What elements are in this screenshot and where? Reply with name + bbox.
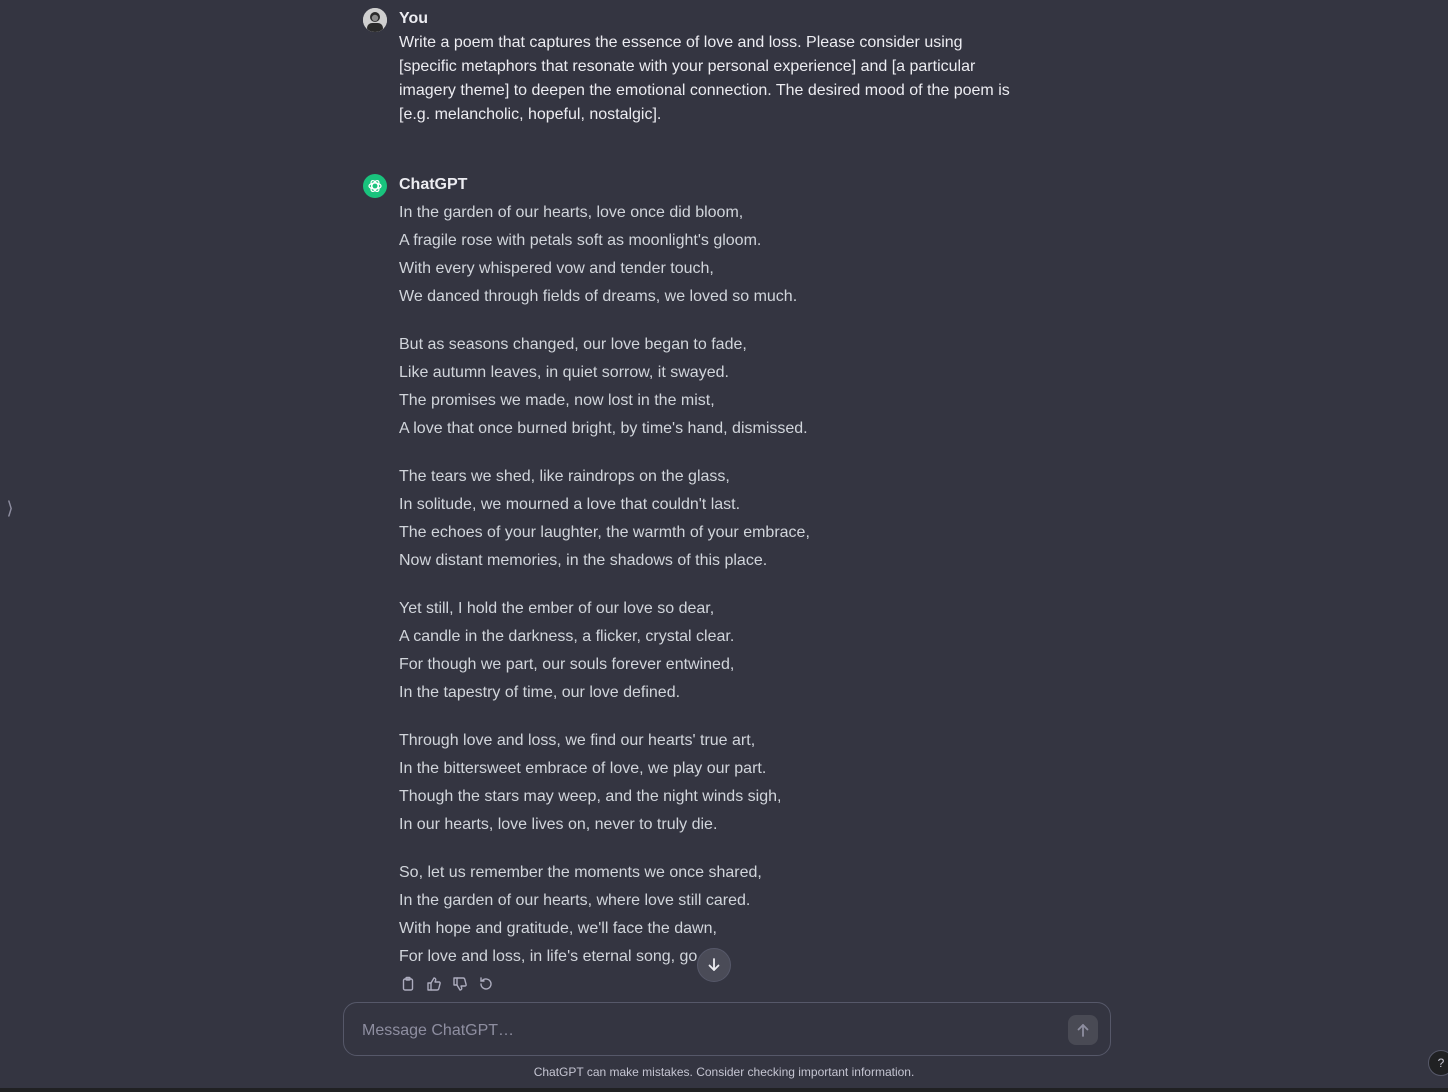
poem-line: Yet still, I hold the ember of our love … bbox=[399, 600, 715, 617]
bottom-bar bbox=[0, 1088, 1448, 1092]
poem-line: In the bittersweet embrace of love, we p… bbox=[399, 760, 767, 777]
arrow-up-icon bbox=[1077, 1024, 1089, 1037]
poem-line: With hope and gratitude, we'll face the … bbox=[399, 920, 717, 937]
poem-line: So, let us remember the moments we once … bbox=[399, 864, 762, 881]
disclaimer-text: ChatGPT can make mistakes. Consider chec… bbox=[533, 1065, 915, 1079]
poem-line: Like autumn leaves, in quiet sorrow, it … bbox=[399, 364, 729, 381]
scroll-to-bottom-button[interactable] bbox=[697, 948, 731, 982]
assistant-author-name: ChatGPT bbox=[399, 176, 468, 193]
assistant-message-poem: In the garden of our hearts, love once d… bbox=[399, 199, 1023, 991]
poem-line: Now distant memories, in the shadows of … bbox=[399, 552, 768, 569]
sidebar-toggle-icon[interactable]: ⟩ bbox=[4, 496, 16, 520]
chatgpt-logo-icon bbox=[363, 174, 387, 198]
poem-line: In the garden of our hearts, where love … bbox=[399, 892, 751, 909]
poem-line: With every whispered vow and tender touc… bbox=[399, 260, 714, 277]
user-message-text: Write a poem that captures the essence o… bbox=[399, 34, 1010, 123]
send-button[interactable] bbox=[1068, 1015, 1098, 1045]
message-actions bbox=[399, 975, 495, 993]
poem-line: The promises we made, now lost in the mi… bbox=[399, 392, 715, 409]
poem-line: A love that once burned bright, by time'… bbox=[399, 420, 808, 437]
poem-stanza: Yet still, I hold the ember of our love … bbox=[399, 595, 1023, 707]
poem-line: The tears we shed, like raindrops on the… bbox=[399, 468, 730, 485]
poem-line: But as seasons changed, our love began t… bbox=[399, 336, 747, 353]
user-author-name: You bbox=[399, 10, 429, 27]
poem-line: A candle in the darkness, a flicker, cry… bbox=[399, 628, 735, 645]
poem-line: Though the stars may weep, and the night… bbox=[399, 788, 782, 805]
poem-line: Through love and loss, we find our heart… bbox=[399, 732, 756, 749]
regenerate-icon[interactable] bbox=[477, 975, 495, 993]
message-composer bbox=[343, 1002, 1111, 1056]
poem-stanza: But as seasons changed, our love began t… bbox=[399, 331, 1023, 443]
thumbs-up-icon[interactable] bbox=[425, 975, 443, 993]
user-avatar bbox=[363, 8, 387, 32]
poem-stanza: In the garden of our hearts, love once d… bbox=[399, 199, 1023, 311]
copy-icon[interactable] bbox=[399, 975, 417, 993]
poem-stanza: The tears we shed, like raindrops on the… bbox=[399, 463, 1023, 575]
poem-line: For though we part, our souls forever en… bbox=[399, 656, 735, 673]
poem-line: We danced through fields of dreams, we l… bbox=[399, 288, 798, 305]
poem-stanza: Through love and loss, we find our heart… bbox=[399, 727, 1023, 839]
poem-line: In solitude, we mourned a love that coul… bbox=[399, 496, 741, 513]
poem-line: The echoes of your laughter, the warmth … bbox=[399, 524, 810, 541]
message-input[interactable] bbox=[360, 1017, 1044, 1045]
help-button[interactable]: ? bbox=[1428, 1050, 1448, 1076]
poem-line: In the tapestry of time, our love define… bbox=[399, 684, 681, 701]
poem-line: In the garden of our hearts, love once d… bbox=[399, 204, 744, 221]
poem-line: A fragile rose with petals soft as moonl… bbox=[399, 232, 762, 249]
arrow-down-icon bbox=[708, 958, 720, 971]
poem-line: In our hearts, love lives on, never to t… bbox=[399, 816, 718, 833]
thumbs-down-icon[interactable] bbox=[451, 975, 469, 993]
